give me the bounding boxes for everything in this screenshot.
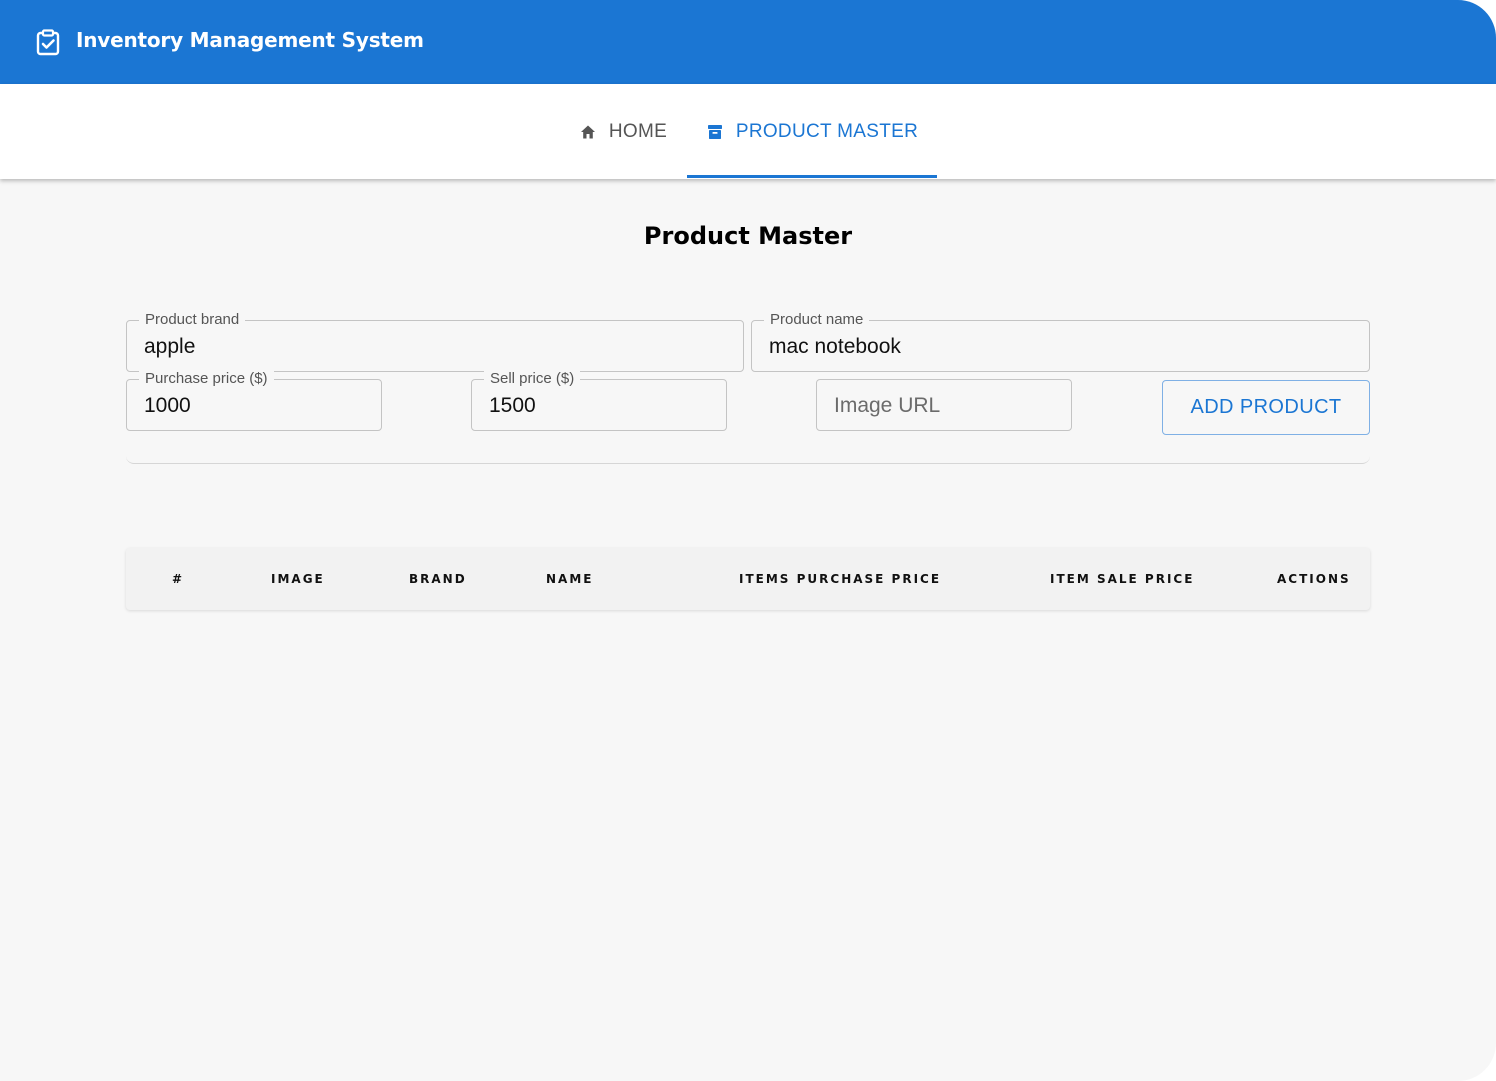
app-bar: Inventory Management System <box>0 0 1496 84</box>
clipboard-check-icon <box>36 29 60 56</box>
tab-product-master-label: PRODUCT MASTER <box>735 120 919 142</box>
column-header-name: NAME <box>546 572 594 586</box>
home-icon <box>580 125 595 138</box>
form-divider <box>126 452 1370 464</box>
product-name-input[interactable] <box>769 321 1356 373</box>
image-url-field <box>816 379 1072 432</box>
tab-home[interactable]: HOME <box>566 84 680 179</box>
sell-price-field: Sell price ($) <box>471 370 727 432</box>
column-header-sale-price: ITEM SALE PRICE <box>1050 572 1195 586</box>
tab-product-master[interactable]: PRODUCT MASTER <box>687 84 937 179</box>
app-window: Inventory Management System HOME PRODUCT… <box>0 0 1496 1081</box>
purchase-price-input[interactable] <box>144 380 368 432</box>
product-table-header: # IMAGE BRAND NAME ITEMS PURCHASE PRICE … <box>126 548 1370 610</box>
column-header-brand: BRAND <box>409 572 467 586</box>
image-url-input[interactable] <box>834 380 1058 432</box>
column-header-actions: ACTIONS <box>1277 572 1351 586</box>
add-product-button[interactable]: ADD PRODUCT <box>1162 380 1370 435</box>
tab-home-label: HOME <box>608 120 668 142</box>
product-brand-field: Product brand <box>126 311 744 373</box>
nav-tabs: HOME PRODUCT MASTER <box>0 84 1496 179</box>
product-name-field: Product name <box>751 311 1370 373</box>
archive-box-icon <box>707 124 722 139</box>
purchase-price-field: Purchase price ($) <box>126 370 382 432</box>
page-title: Product Master <box>643 222 853 250</box>
column-header-purchase-price: ITEMS PURCHASE PRICE <box>739 572 942 586</box>
app-title: Inventory Management System <box>76 28 424 52</box>
column-header-image: IMAGE <box>271 572 325 586</box>
column-header-index: # <box>172 572 185 586</box>
sell-price-input[interactable] <box>489 380 713 432</box>
product-brand-input[interactable] <box>144 321 730 373</box>
